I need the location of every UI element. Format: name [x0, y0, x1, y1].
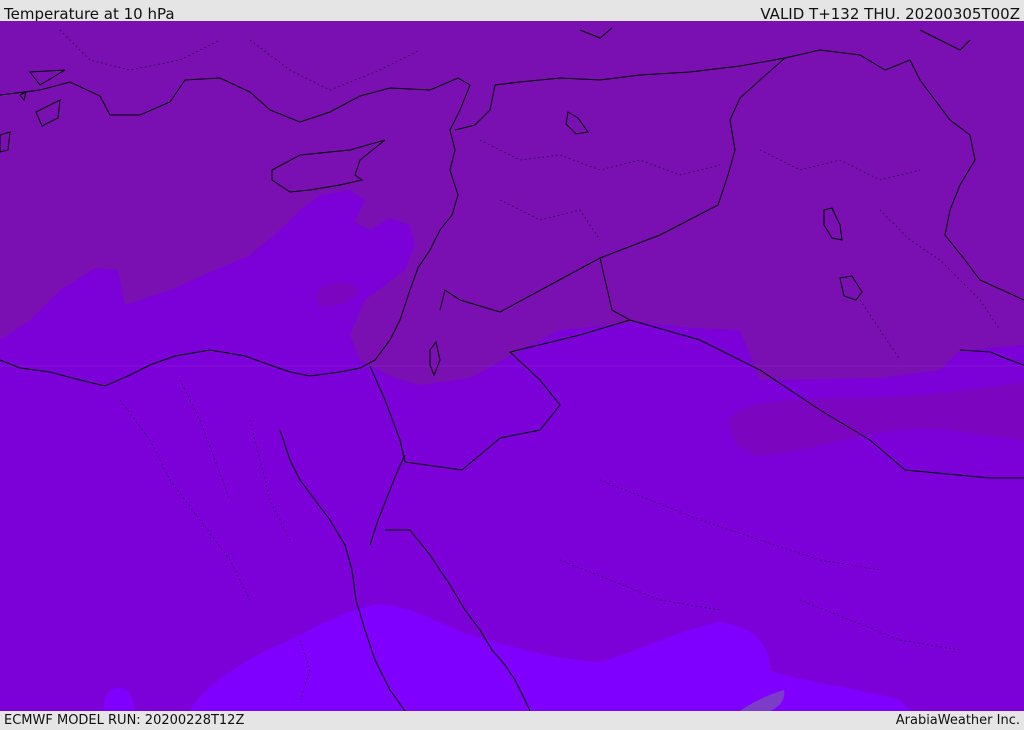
map-canvas [0, 21, 1024, 711]
model-run-label: ECMWF MODEL RUN: 20200228T12Z [4, 713, 245, 728]
footer-bar: ECMWF MODEL RUN: 20200228T12Z ArabiaWeat… [0, 711, 1024, 729]
temperature-map[interactable] [0, 21, 1024, 711]
header-bar: Temperature at 10 hPa VALID T+132 THU. 2… [0, 0, 1024, 23]
credit-label: ArabiaWeather Inc. [895, 713, 1020, 728]
